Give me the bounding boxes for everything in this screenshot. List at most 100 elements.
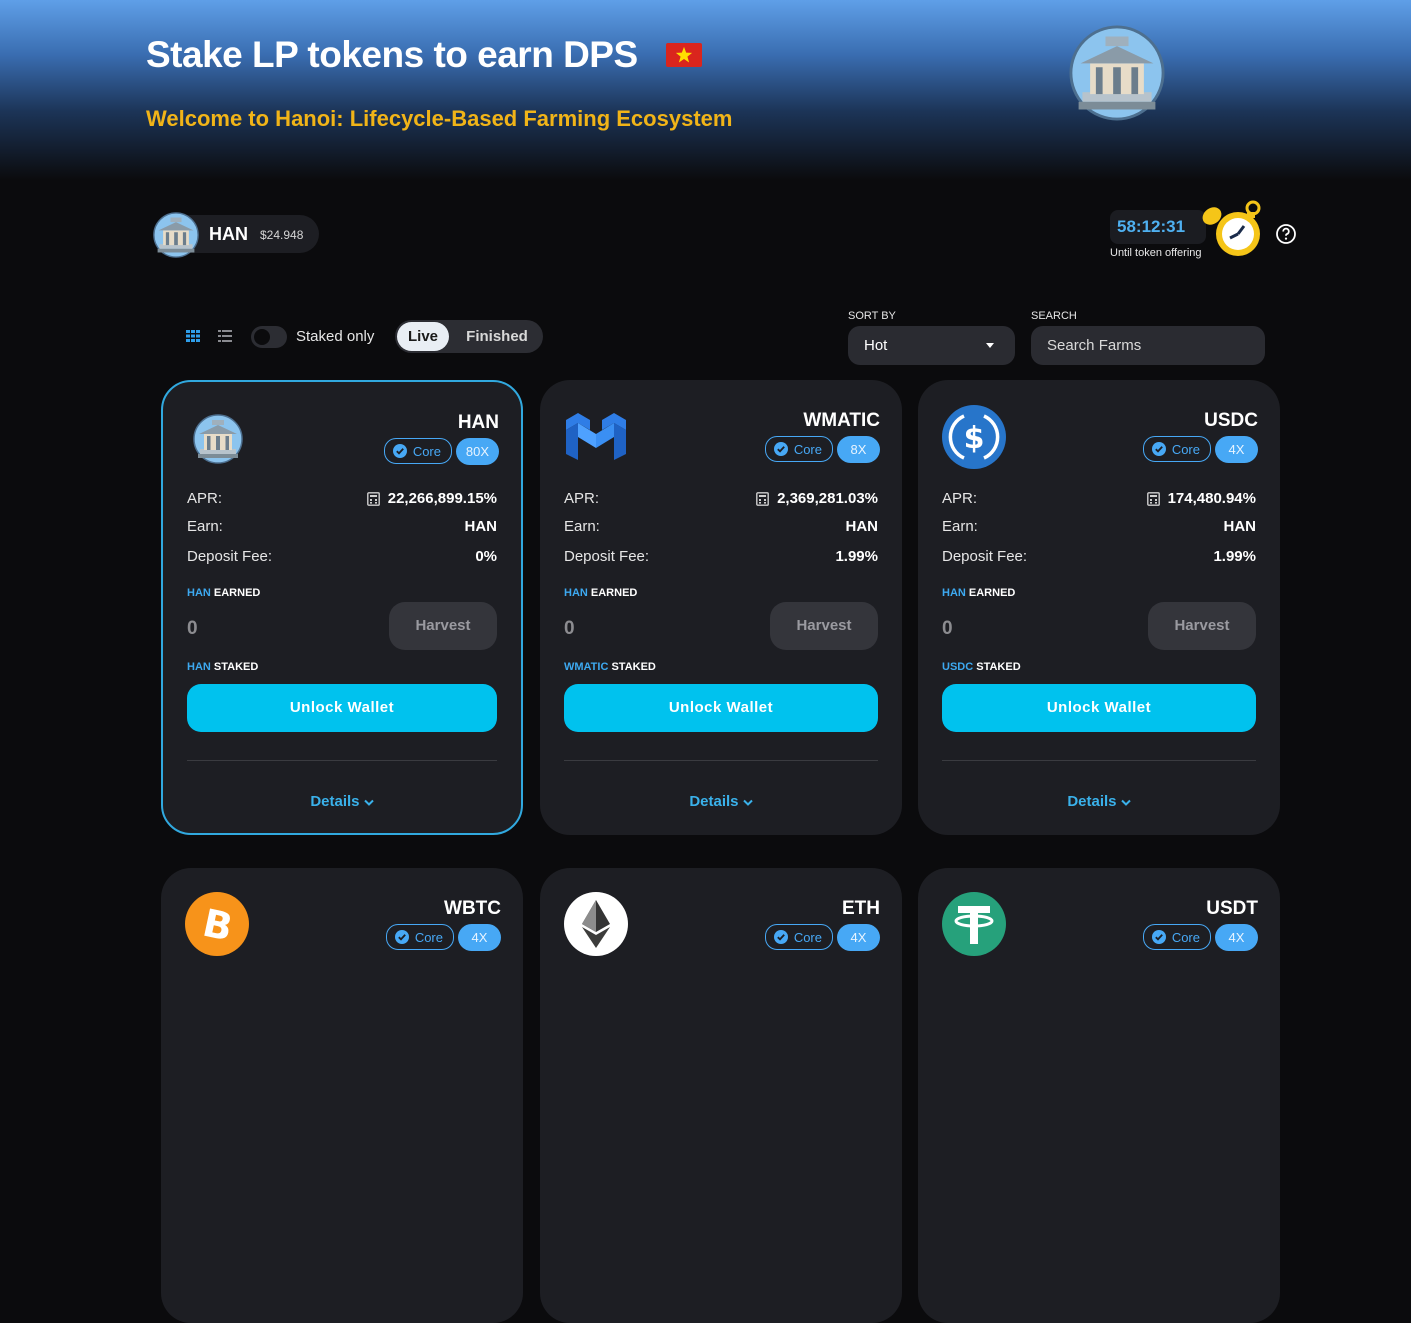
tab-live[interactable]: Live xyxy=(397,322,449,351)
details-toggle[interactable]: Details xyxy=(540,793,902,810)
chevron-down-icon xyxy=(363,799,374,806)
token-name: HAN xyxy=(209,224,248,244)
multiplier-badge: 4X xyxy=(837,924,880,951)
page-subtitle: Welcome to Hanoi: Lifecycle-Based Farmin… xyxy=(146,106,733,131)
help-icon[interactable] xyxy=(1275,223,1297,245)
farm-card-han: HAN Core 80X APR: 22,266,899.15% Earn: H… xyxy=(161,380,523,835)
earn-row: Earn: HAN xyxy=(564,518,878,535)
core-badge: Core xyxy=(1142,436,1211,462)
earned-heading: HAN EARNED xyxy=(187,587,261,599)
farm-name: HAN xyxy=(457,412,499,433)
bitcoin-icon: B xyxy=(185,892,249,956)
earn-label: Earn: xyxy=(942,518,978,535)
fee-row: Deposit Fee: 1.99% xyxy=(942,548,1256,565)
divider xyxy=(564,760,878,761)
sort-value: Hot xyxy=(864,337,888,354)
earned-heading: HAN EARNED xyxy=(564,587,638,599)
fee-label: Deposit Fee: xyxy=(187,548,273,565)
calculator-icon[interactable] xyxy=(1146,491,1160,506)
sort-select[interactable]: Hot xyxy=(848,326,1015,365)
grid-view-icon[interactable] xyxy=(186,330,200,342)
ethereum-icon xyxy=(564,892,628,956)
harvest-button[interactable]: Harvest xyxy=(770,602,878,650)
unlock-wallet-button[interactable]: Unlock Wallet xyxy=(187,684,497,732)
toggle-knob xyxy=(254,329,270,345)
staked-heading: HAN STAKED xyxy=(187,661,259,673)
staked-only-toggle[interactable] xyxy=(251,326,287,348)
search-input[interactable] xyxy=(1031,326,1265,365)
farm-badges: Core 80X xyxy=(383,438,499,465)
fee-label: Deposit Fee: xyxy=(564,548,650,565)
fee-row: Deposit Fee: 1.99% xyxy=(564,548,878,565)
unlock-wallet-button[interactable]: Unlock Wallet xyxy=(564,684,878,732)
farm-name: USDC xyxy=(1204,410,1258,431)
earn-row: Earn: HAN xyxy=(187,518,497,535)
temple-icon xyxy=(193,414,243,464)
multiplier-badge: 8X xyxy=(837,436,880,463)
chevron-down-icon xyxy=(742,799,753,806)
apr-value: 22,266,899.15% xyxy=(387,490,497,507)
core-badge: Core xyxy=(385,924,454,950)
verified-icon xyxy=(773,930,788,944)
calculator-icon[interactable] xyxy=(756,491,769,506)
fee-value: 1.99% xyxy=(835,548,878,565)
details-toggle[interactable]: Details xyxy=(163,793,521,810)
farm-card-usdt: USDT Core 4X xyxy=(918,868,1280,1323)
farm-card-wmatic: WMATIC Core 8X APR: 2,369,281.03% Earn: … xyxy=(540,380,902,835)
svg-text:$: $ xyxy=(964,421,985,456)
farm-name: ETH xyxy=(842,898,880,919)
earn-row: Earn: HAN xyxy=(942,518,1256,535)
caret-down-icon xyxy=(986,343,994,348)
farm-badges: Core 4X xyxy=(764,924,880,951)
farm-card-wbtc: B WBTC Core 4X xyxy=(161,868,523,1323)
calculator-icon[interactable] xyxy=(366,491,380,506)
earn-label: Earn: xyxy=(564,518,600,535)
earn-value: HAN xyxy=(845,518,879,535)
apr-row: APR: 2,369,281.03% xyxy=(564,490,878,507)
apr-label: APR: xyxy=(564,490,600,507)
chevron-down-icon xyxy=(1120,799,1131,806)
usdc-icon: $ xyxy=(942,405,1006,469)
apr-value: 2,369,281.03% xyxy=(777,490,878,507)
multiplier-badge: 4X xyxy=(1215,436,1258,463)
farm-name: WBTC xyxy=(444,898,501,919)
fee-value: 1.99% xyxy=(1213,548,1256,565)
token-price: $24.948 xyxy=(260,228,304,242)
harvest-button[interactable]: Harvest xyxy=(1148,602,1256,650)
multiplier-badge: 80X xyxy=(456,438,499,465)
harvest-button[interactable]: Harvest xyxy=(389,602,497,650)
farm-name: USDT xyxy=(1206,898,1258,919)
details-toggle[interactable]: Details xyxy=(918,793,1280,810)
farm-name: WMATIC xyxy=(803,410,880,431)
apr-value: 174,480.94% xyxy=(1167,490,1256,507)
vietnam-flag-icon xyxy=(666,43,702,67)
farm-card-eth: ETH Core 4X xyxy=(540,868,902,1323)
earned-heading: HAN EARNED xyxy=(942,587,1016,599)
multiplier-badge: 4X xyxy=(458,924,501,951)
earn-value: HAN xyxy=(1223,518,1257,535)
verified-icon xyxy=(394,930,409,944)
divider xyxy=(187,760,497,761)
divider xyxy=(942,760,1256,761)
live-finished-switch: Live Finished xyxy=(395,320,543,353)
earned-value: 0 xyxy=(564,618,575,639)
verified-icon xyxy=(773,442,788,456)
core-badge: Core xyxy=(764,436,833,462)
earned-value: 0 xyxy=(187,618,198,639)
search-label: SEARCH xyxy=(1031,310,1077,322)
core-badge: Core xyxy=(383,438,452,464)
apr-label: APR: xyxy=(942,490,978,507)
core-badge: Core xyxy=(1142,924,1211,950)
unlock-wallet-button[interactable]: Unlock Wallet xyxy=(942,684,1256,732)
earn-value: HAN xyxy=(464,518,498,535)
countdown-time: 58:12:31 xyxy=(1117,217,1186,236)
earned-value: 0 xyxy=(942,618,953,639)
tab-finished[interactable]: Finished xyxy=(453,322,541,351)
verified-icon xyxy=(392,444,407,458)
token-price-chip[interactable]: HAN $24.948 xyxy=(153,215,319,253)
sort-label: SORT BY xyxy=(848,310,896,322)
verified-icon xyxy=(1151,930,1166,944)
fee-value: 0% xyxy=(475,548,497,565)
farm-card-usdc: $ USDC Core 4X APR: 174,480.94% Earn: HA… xyxy=(918,380,1280,835)
list-view-icon[interactable] xyxy=(218,330,232,342)
